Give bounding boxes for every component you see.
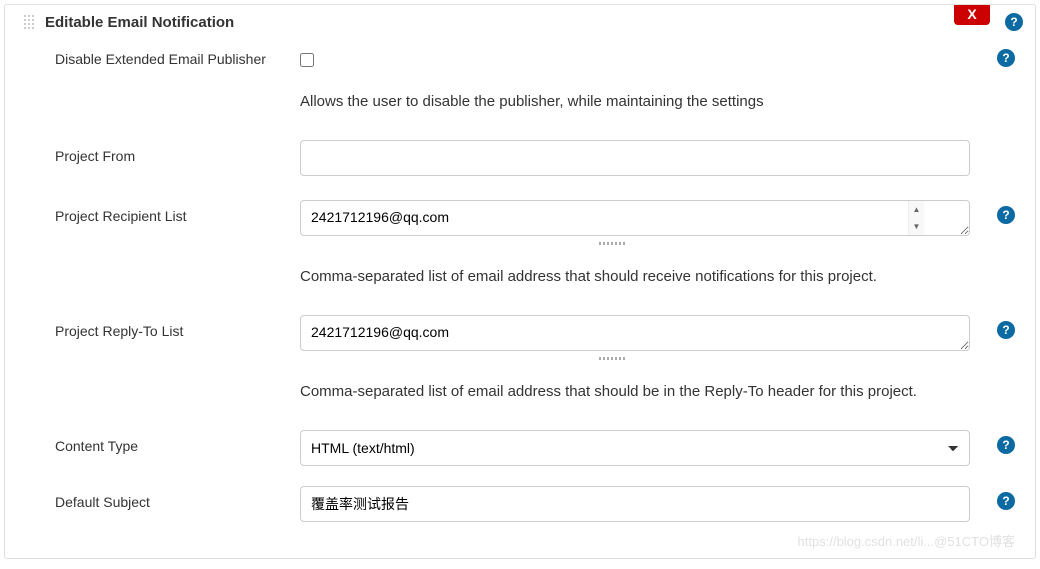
help-icon[interactable]: ? <box>997 206 1015 224</box>
label-recipient-list: Project Recipient List <box>55 200 300 224</box>
row-disable-publisher: Disable Extended Email Publisher ? <box>5 39 1035 74</box>
help-icon[interactable]: ? <box>1005 13 1023 31</box>
row-recipient-list: Project Recipient List ▲ ▼ ? <box>5 196 1035 249</box>
label-project-from: Project From <box>55 140 300 164</box>
recipient-list-description: Comma-separated list of email address th… <box>300 253 970 307</box>
row-project-from: Project From <box>5 136 1035 180</box>
row-recipient-description: Comma-separated list of email address th… <box>5 249 1035 311</box>
label-content-type: Content Type <box>55 430 300 454</box>
spinner-down-icon[interactable]: ▼ <box>909 218 924 235</box>
row-disable-description: Allows the user to disable the publisher… <box>5 74 1035 136</box>
content-type-select[interactable]: HTML (text/html) <box>300 430 970 466</box>
row-default-subject: Default Subject ? <box>5 482 1035 526</box>
section-title: Editable Email Notification <box>45 14 995 31</box>
spinner-controls: ▲ ▼ <box>908 201 924 235</box>
row-reply-to-list: Project Reply-To List ? <box>5 311 1035 364</box>
separator-grip-icon[interactable] <box>300 241 925 245</box>
disable-publisher-checkbox[interactable] <box>300 53 314 67</box>
help-icon[interactable]: ? <box>997 49 1015 67</box>
label-default-subject: Default Subject <box>55 486 300 510</box>
reply-to-list-input[interactable] <box>300 315 970 351</box>
reply-to-list-description: Comma-separated list of email address th… <box>300 368 970 422</box>
help-icon[interactable]: ? <box>997 436 1015 454</box>
label-disable-publisher: Disable Extended Email Publisher <box>55 43 300 67</box>
default-subject-input[interactable] <box>300 486 970 522</box>
row-content-type: Content Type HTML (text/html) ? <box>5 426 1035 470</box>
disable-publisher-description: Allows the user to disable the publisher… <box>300 78 970 132</box>
project-from-input[interactable] <box>300 140 970 176</box>
section-header: Editable Email Notification ? <box>5 5 1035 39</box>
recipient-list-input[interactable] <box>300 200 970 236</box>
row-reply-to-description: Comma-separated list of email address th… <box>5 364 1035 426</box>
help-icon[interactable]: ? <box>997 492 1015 510</box>
email-notification-panel: X Editable Email Notification ? Disable … <box>4 4 1036 559</box>
drag-handle-icon[interactable] <box>23 14 35 30</box>
watermark-text: https://blog.csdn.net/li...@51CTO博客 <box>798 531 1015 550</box>
separator-grip-icon[interactable] <box>300 356 925 360</box>
label-reply-to-list: Project Reply-To List <box>55 315 300 339</box>
spinner-up-icon[interactable]: ▲ <box>909 201 924 218</box>
help-icon[interactable]: ? <box>997 321 1015 339</box>
